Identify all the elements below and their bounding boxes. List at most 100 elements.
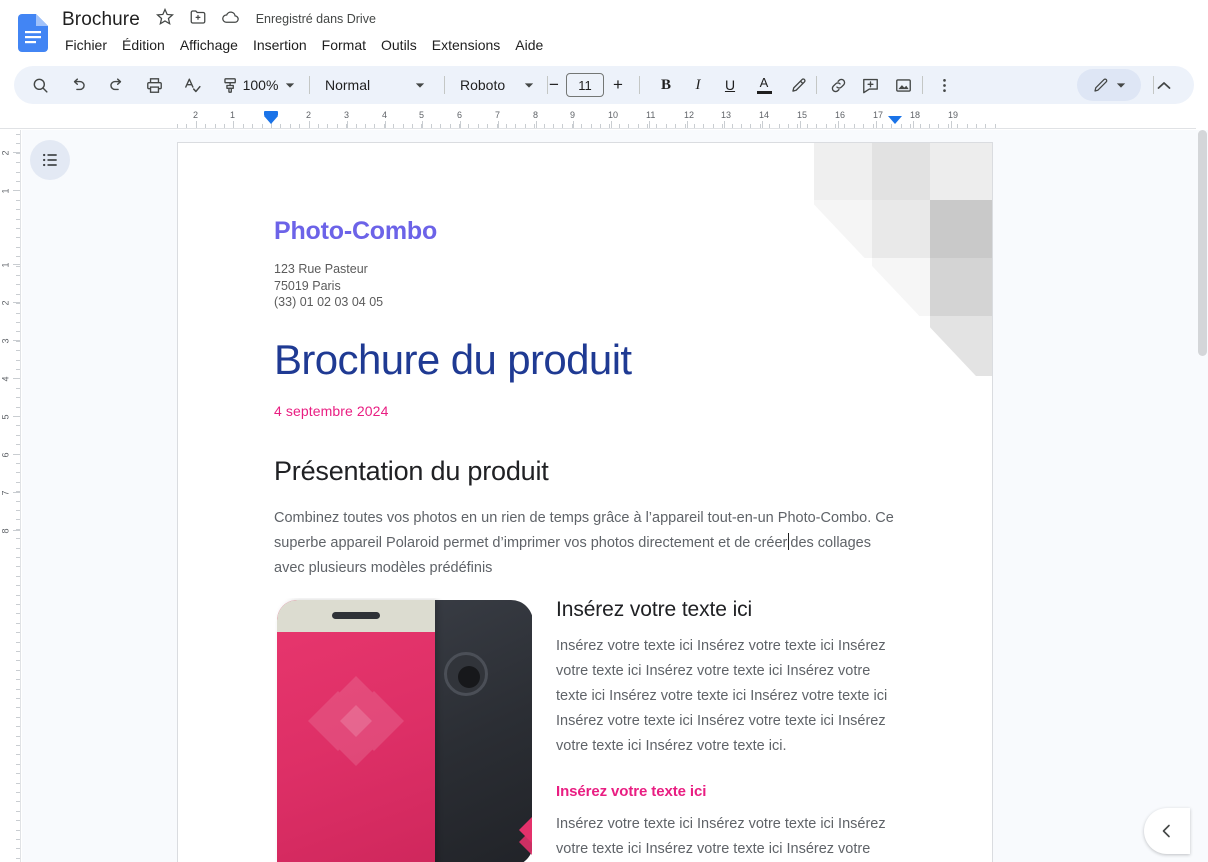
- menu-aide[interactable]: Aide: [508, 35, 550, 55]
- vertical-scrollbar-thumb[interactable]: [1198, 130, 1207, 356]
- ruler-minor-tick: [16, 585, 20, 586]
- bold-button[interactable]: B: [650, 69, 682, 101]
- ruler-minor-tick: [224, 124, 225, 128]
- menu-fichier[interactable]: Fichier: [58, 35, 114, 55]
- cloud-saved-icon[interactable]: [221, 8, 243, 30]
- phone-speaker: [332, 612, 380, 619]
- title-action-icons: Enregistré dans Drive: [156, 8, 376, 31]
- ruler-minor-tick: [581, 124, 582, 128]
- ruler-minor-tick: [16, 378, 20, 379]
- menu-edition[interactable]: Édition: [115, 35, 172, 55]
- ruler-minor-tick: [497, 124, 498, 128]
- vertical-scrollbar[interactable]: [1196, 130, 1208, 862]
- ruler-minor-tick: [16, 566, 20, 567]
- ruler-minor-tick: [16, 397, 20, 398]
- ruler-minor-tick: [16, 172, 20, 173]
- ruler-minor-tick: [16, 331, 20, 332]
- menu-extensions[interactable]: Extensions: [425, 35, 507, 55]
- font-family-dropdown[interactable]: Roboto: [452, 69, 542, 101]
- ruler-minor-tick: [299, 124, 300, 128]
- ruler-tick: [536, 121, 537, 128]
- ruler-tick: [913, 121, 914, 128]
- insert-link-icon[interactable]: [822, 69, 854, 101]
- increase-font-size-button[interactable]: +: [602, 69, 634, 101]
- ruler-minor-tick: [440, 124, 441, 128]
- ruler-minor-tick: [365, 124, 366, 128]
- zoom-level-value: 100%: [242, 77, 279, 93]
- menu-insertion[interactable]: Insertion: [246, 35, 314, 55]
- ruler-minor-tick: [591, 124, 592, 128]
- ruler-minor-tick: [760, 124, 761, 128]
- document-page[interactable]: Photo-Combo 123 Rue Pasteur 75019 Paris …: [177, 142, 993, 862]
- ruler-minor-tick: [16, 266, 20, 267]
- ruler-tick-label: 11: [646, 110, 656, 120]
- docs-file-icon[interactable]: [18, 14, 48, 52]
- ruler-minor-tick: [544, 124, 545, 128]
- star-outline-icon[interactable]: [156, 8, 178, 30]
- ruler-tick: [649, 121, 650, 128]
- ruler-minor-tick: [16, 444, 20, 445]
- document-date: 4 septembre 2024: [274, 403, 389, 419]
- ruler-minor-tick: [16, 463, 20, 464]
- add-comment-icon[interactable]: [854, 69, 886, 101]
- more-vertical-icon[interactable]: [928, 69, 960, 101]
- left-indent-marker[interactable]: [264, 116, 278, 124]
- menu-affichage[interactable]: Affichage: [173, 35, 245, 55]
- menu-format[interactable]: Format: [315, 35, 373, 55]
- ruler-tick-label: 1: [0, 188, 11, 194]
- horizontal-ruler[interactable]: 2112345678910111213141516171819: [0, 108, 1196, 130]
- text-color-button[interactable]: A: [748, 69, 780, 101]
- phone-camera-illustration[interactable]: [275, 598, 532, 862]
- ruler-minor-tick: [327, 124, 328, 128]
- ruler-tick-label: 4: [0, 376, 11, 382]
- editing-mode-button[interactable]: [1077, 69, 1141, 101]
- redo-icon[interactable]: [100, 69, 132, 101]
- ruler-minor-tick: [478, 124, 479, 128]
- zoom-level-dropdown[interactable]: 100%: [236, 69, 298, 101]
- ruler-minor-tick: [16, 190, 20, 191]
- ruler-tick-label: 5: [0, 414, 11, 420]
- insert-image-icon[interactable]: [887, 69, 919, 101]
- ruler-minor-tick: [609, 124, 610, 128]
- pink-heading: Insérez votre texte ici: [556, 783, 707, 800]
- menu-bar: Fichier Édition Affichage Insertion Format Ou…: [58, 35, 551, 55]
- ruler-minor-tick: [16, 341, 20, 342]
- collapse-toolbar-button[interactable]: [1148, 69, 1180, 101]
- ruler-minor-tick: [562, 124, 563, 128]
- ruler-tick-label: 2: [193, 110, 199, 120]
- ruler-minor-tick: [384, 124, 385, 128]
- ruler-minor-tick: [16, 632, 20, 633]
- italic-button[interactable]: I: [682, 69, 714, 101]
- highlighter-pen-icon[interactable]: [782, 69, 814, 101]
- chevron-left-icon[interactable]: [1144, 808, 1190, 854]
- camera-lens-icon: [444, 652, 488, 696]
- chevron-down-icon: [415, 82, 425, 89]
- ruler-minor-tick: [16, 848, 20, 849]
- search-icon[interactable]: [24, 69, 56, 101]
- page-title[interactable]: Brochure: [58, 8, 144, 32]
- ruler-minor-tick: [722, 124, 723, 128]
- menu-outils[interactable]: Outils: [374, 35, 424, 55]
- ruler-tick: [800, 121, 801, 128]
- right-indent-marker[interactable]: [888, 116, 902, 124]
- vertical-ruler[interactable]: 2 1 1 2 3 4 5 6 7 8: [0, 130, 22, 862]
- ruler-minor-tick: [891, 124, 892, 128]
- ruler-minor-tick: [16, 425, 20, 426]
- print-icon[interactable]: [138, 69, 170, 101]
- font-size-input[interactable]: 11: [566, 73, 604, 97]
- move-to-folder-icon[interactable]: [189, 8, 211, 30]
- undo-icon[interactable]: [62, 69, 94, 101]
- underline-label: U: [724, 77, 736, 93]
- paragraph-style-dropdown[interactable]: Normal: [317, 69, 433, 101]
- ruler-minor-tick: [346, 124, 347, 128]
- ruler-minor-tick: [628, 124, 629, 128]
- ruler-minor-tick: [16, 416, 20, 417]
- font-family-value: Roboto: [460, 77, 506, 93]
- ruler-minor-tick: [16, 256, 20, 257]
- spellcheck-icon[interactable]: [176, 69, 208, 101]
- underline-button[interactable]: U: [714, 69, 746, 101]
- ruler-tick-label: 15: [797, 110, 808, 120]
- ruler-minor-tick: [16, 237, 20, 238]
- document-outline-icon[interactable]: [30, 140, 70, 180]
- paragraph-style-value: Normal: [325, 77, 371, 93]
